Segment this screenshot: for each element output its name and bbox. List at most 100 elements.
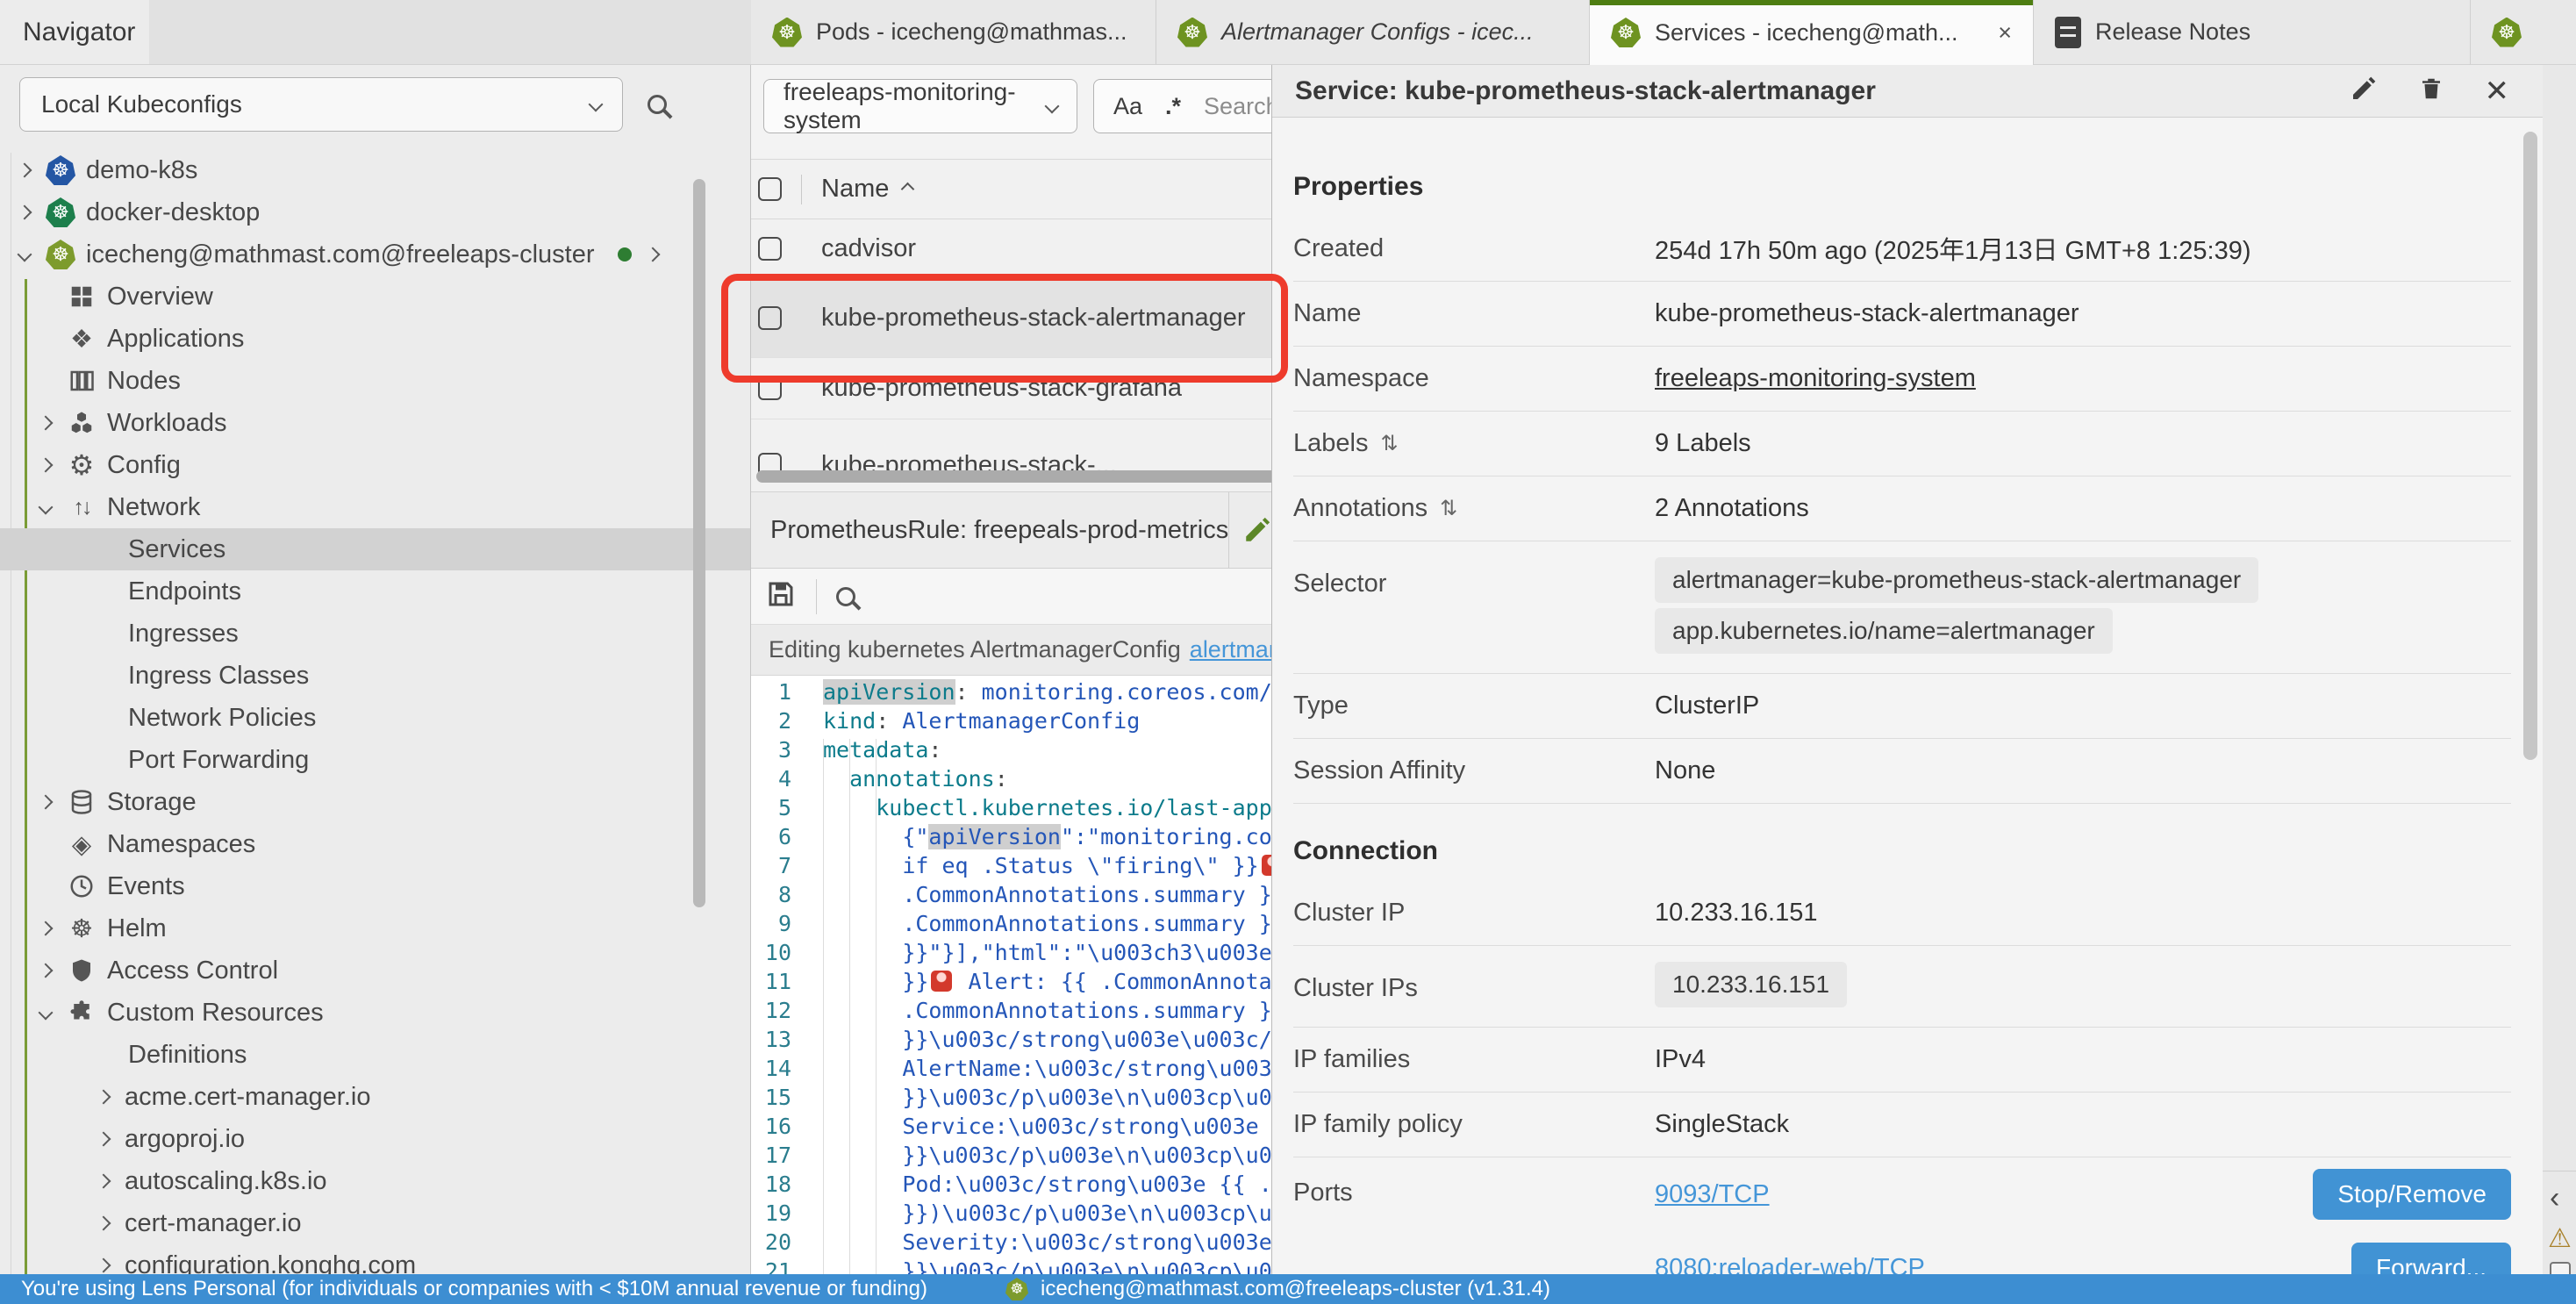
sort-ascending-icon[interactable]	[901, 183, 915, 197]
regex-toggle[interactable]: .*	[1165, 93, 1181, 120]
port-link[interactable]: 8080:reloader-web/TCP	[1655, 1254, 1925, 1275]
search-icon[interactable]	[648, 95, 667, 114]
chevron-right-icon[interactable]	[97, 1174, 111, 1189]
sidebar-item-configuration-konghq-com[interactable]: configuration.konghq.com	[0, 1244, 750, 1274]
sort-toggle-icon[interactable]: ⇅	[1380, 431, 1398, 456]
collapse-chevron-icon[interactable]: ‹	[2550, 1181, 2559, 1215]
detail-label: Namespace	[1293, 364, 1655, 393]
chevron-right-icon[interactable]	[39, 416, 54, 431]
sidebar-item-config[interactable]: ⚙Config	[0, 444, 750, 486]
column-header-name[interactable]: Name	[821, 175, 889, 204]
drawer-scrollbar[interactable]	[2523, 132, 2537, 760]
row-checkbox[interactable]	[758, 237, 782, 261]
sidebar-item-services[interactable]: Services	[0, 528, 750, 570]
sidebar-scrollbar[interactable]	[693, 179, 705, 907]
alert-siren-icon	[931, 971, 952, 992]
select-all-checkbox[interactable]	[758, 177, 782, 201]
sidebar-item-storage[interactable]: Storage	[0, 781, 750, 823]
cluster-status[interactable]: ☸ icecheng@mathmast.com@freeleaps-cluste…	[1005, 1277, 1550, 1301]
sidebar-item-port-forwarding[interactable]: Port Forwarding	[0, 739, 750, 781]
sidebar-item-autoscaling-k8s-io[interactable]: autoscaling.k8s.io	[0, 1160, 750, 1202]
editor-search-icon[interactable]	[836, 587, 855, 606]
sidebar-item-demo-k8s[interactable]: ☸demo-k8s	[0, 149, 750, 191]
chevron-right-icon[interactable]	[97, 1258, 111, 1273]
sidebar-item-icecheng-mathmast-com-freeleap[interactable]: ☸icecheng@mathmast.com@freeleaps-cluster	[0, 233, 750, 276]
divider	[1228, 492, 1229, 568]
detail-value: 10.233.16.151	[1655, 899, 1817, 928]
chevron-right-icon[interactable]	[18, 205, 32, 220]
tab-release-notes[interactable]: Release Notes	[2034, 0, 2471, 65]
edit-icon[interactable]	[2350, 75, 2378, 107]
port-action-button[interactable]: Forward...	[2351, 1243, 2511, 1274]
sidebar-item-network-policies[interactable]: Network Policies	[0, 697, 750, 739]
chevron-right-icon[interactable]	[645, 247, 660, 262]
sidebar-item-workloads[interactable]: Workloads	[0, 402, 750, 444]
detail-label: IP families	[1293, 1045, 1655, 1074]
namespace-selector[interactable]: freeleaps-monitoring-system	[763, 79, 1077, 133]
indent-guide	[876, 739, 877, 1274]
chevron-right-icon[interactable]	[97, 1090, 111, 1105]
edit-icon[interactable]	[1242, 515, 1272, 552]
detail-label: Cluster IPs	[1293, 957, 1655, 1003]
sidebar-item-ingresses[interactable]: Ingresses	[0, 613, 750, 655]
save-icon[interactable]	[765, 578, 797, 614]
sidebar-item-cert-manager-io[interactable]: cert-manager.io	[0, 1202, 750, 1244]
chevron-down-icon[interactable]	[39, 500, 54, 515]
sort-toggle-icon[interactable]: ⇅	[1440, 496, 1457, 521]
sidebar-item-events[interactable]: Events	[0, 865, 750, 907]
detail-label-text: Ports	[1293, 1179, 1353, 1207]
detail-value: IPv4	[1655, 1045, 1706, 1074]
tab-partial[interactable]: ☸	[2471, 0, 2576, 65]
line-number: 3	[751, 735, 791, 764]
tab-label: Release Notes	[2095, 18, 2250, 46]
license-notice: You're using Lens Personal (for individu…	[21, 1277, 927, 1301]
port-action-button[interactable]: Stop/Remove	[2313, 1169, 2511, 1220]
chip-list: alertmanager=kube-prometheus-stack-alert…	[1655, 552, 2258, 659]
tab-close-icon[interactable]: ×	[1998, 19, 2012, 47]
detail-label: Selector	[1293, 552, 1655, 598]
sidebar-item-helm[interactable]: ☸Helm	[0, 907, 750, 949]
detail-label-text: Name	[1293, 299, 1361, 328]
match-case-toggle[interactable]: Aa	[1113, 93, 1142, 120]
sidebar-item-acme-cert-manager-io[interactable]: acme.cert-manager.io	[0, 1076, 750, 1118]
drawer-header: Service: kube-prometheus-stack-alertmana…	[1272, 65, 2543, 118]
sidebar-item-access-control[interactable]: Access Control	[0, 949, 750, 992]
tab-alertmanager-configs-ice[interactable]: ☸Alertmanager Configs - icec...	[1156, 0, 1590, 65]
kubeconfig-selector[interactable]: Local Kubeconfigs	[19, 77, 623, 132]
drawer-body: PropertiesCreated254d 17h 50m ago (2025年…	[1272, 118, 2543, 1274]
chevron-right-icon[interactable]	[39, 458, 54, 473]
line-number: 8	[751, 880, 791, 909]
sidebar-item-namespaces[interactable]: ◈Namespaces	[0, 823, 750, 865]
sidebar-item-label: demo-k8s	[86, 156, 197, 185]
chevron-right-icon[interactable]	[97, 1216, 111, 1231]
chevron-down-icon[interactable]	[18, 247, 32, 262]
sidebar-item-ingress-classes[interactable]: Ingress Classes	[0, 655, 750, 697]
sidebar-item-argoproj-io[interactable]: argoproj.io	[0, 1118, 750, 1160]
nodes-icon	[67, 366, 97, 396]
port-link[interactable]: 9093/TCP	[1655, 1180, 1770, 1209]
chevron-down-icon[interactable]	[39, 1006, 54, 1021]
delete-icon[interactable]	[2418, 74, 2444, 108]
tab-label: Alertmanager Configs - icec...	[1221, 18, 1534, 46]
chevron-right-icon[interactable]	[39, 795, 54, 810]
chevron-right-icon[interactable]	[39, 921, 54, 936]
sidebar-item-applications[interactable]: ❖Applications	[0, 318, 750, 360]
detail-value: kube-prometheus-stack-alertmanager	[1655, 299, 2079, 328]
sidebar-item-endpoints[interactable]: Endpoints	[0, 570, 750, 613]
sidebar-item-nodes[interactable]: Nodes	[0, 360, 750, 402]
tab-services-icecheng-math-[interactable]: ☸Services - icecheng@math...×	[1590, 0, 2034, 65]
namespace-link[interactable]: freeleaps-monitoring-system	[1655, 364, 1976, 393]
close-icon[interactable]: ✕	[2485, 76, 2510, 106]
sidebar-item-custom-resources[interactable]: Custom Resources	[0, 992, 750, 1034]
tab-pods-icecheng-mathmas-[interactable]: ☸Pods - icecheng@mathmas...	[751, 0, 1156, 65]
sidebar-item-label: Config	[107, 451, 181, 480]
sidebar-item-docker-desktop[interactable]: ☸docker-desktop	[0, 191, 750, 233]
chevron-right-icon[interactable]	[97, 1132, 111, 1147]
detail-label-text: Session Affinity	[1293, 756, 1465, 785]
sidebar-item-network[interactable]: ↑↓Network	[0, 486, 750, 528]
chevron-right-icon[interactable]	[39, 964, 54, 978]
sidebar-item-overview[interactable]: Overview	[0, 276, 750, 318]
sidebar-item-definitions[interactable]: Definitions	[0, 1034, 750, 1076]
tab-strip: ☸Pods - icecheng@mathmas...☸Alertmanager…	[751, 0, 2576, 65]
chevron-right-icon[interactable]	[18, 163, 32, 178]
